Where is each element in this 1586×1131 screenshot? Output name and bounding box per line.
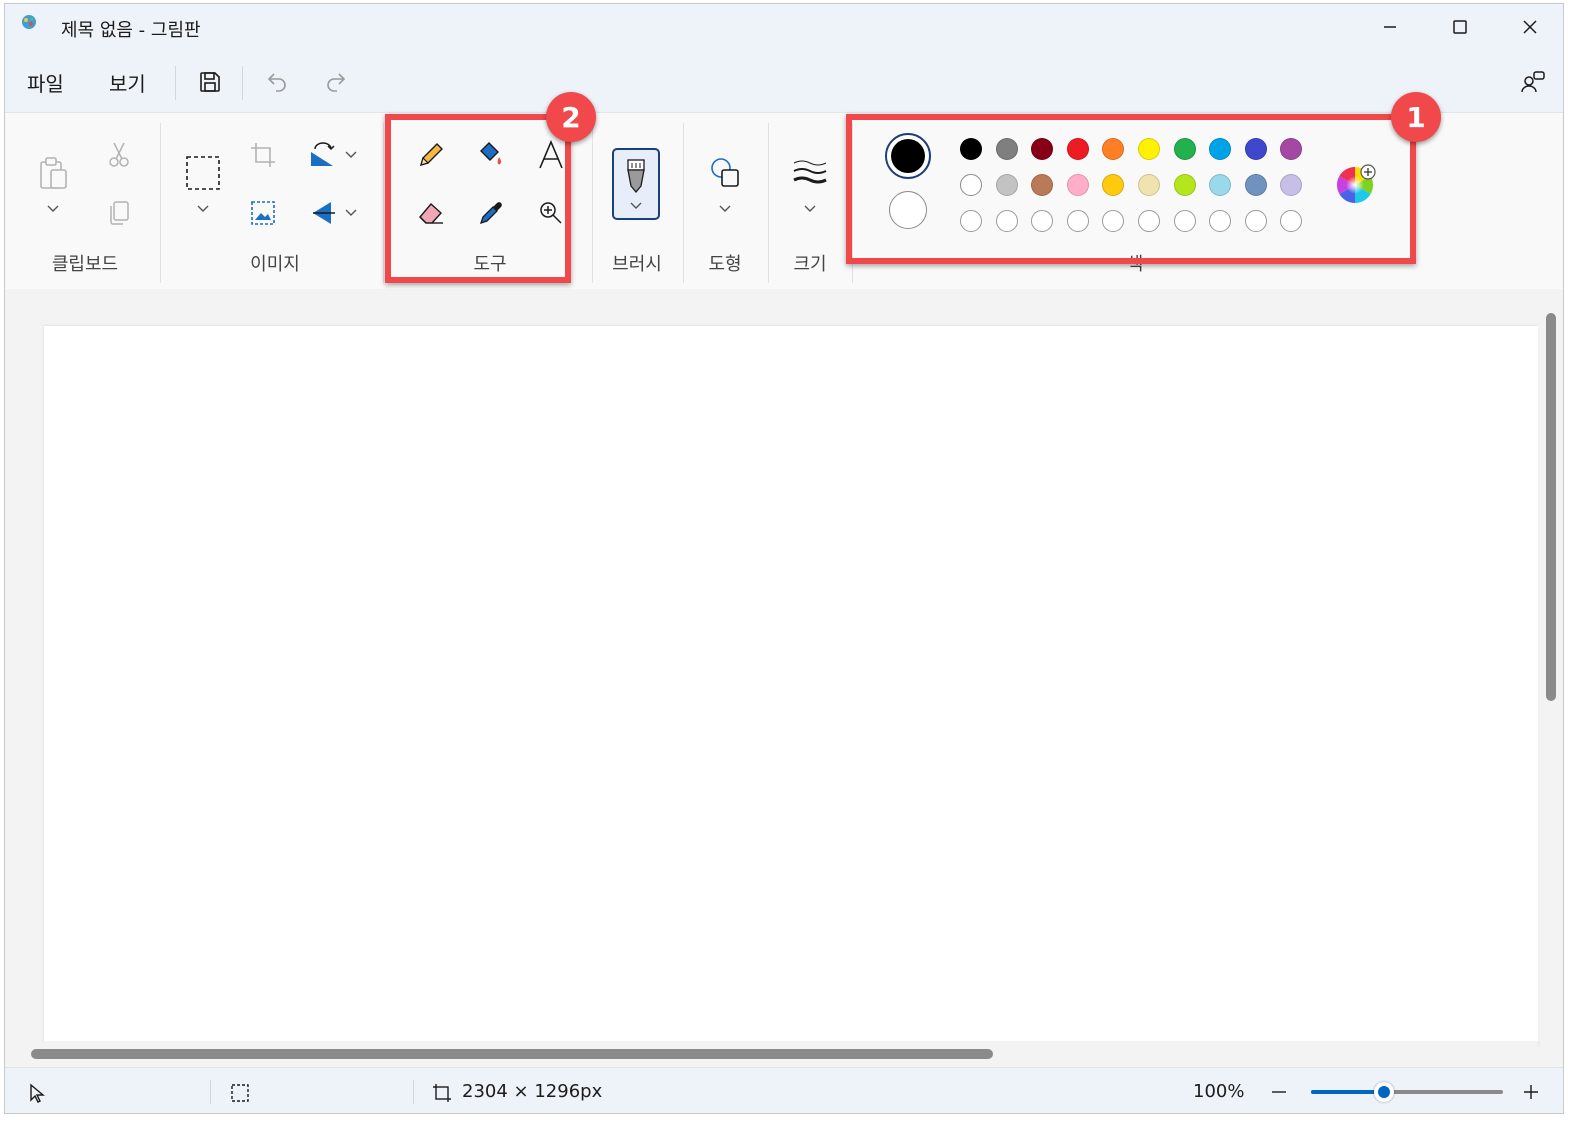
account-button[interactable] (1517, 66, 1549, 98)
window-title: 제목 없음 - 그림판 (61, 20, 201, 41)
save-button[interactable] (194, 66, 226, 98)
copy-icon (110, 201, 129, 225)
canvas-dimensions: 2304 × 1296px (462, 1081, 603, 1102)
cursor-position-icon (30, 1083, 45, 1103)
canvas-area (5, 289, 1538, 1046)
group-separator (768, 123, 769, 283)
zoom-in-button[interactable] (1519, 1080, 1543, 1104)
resize-image-icon (251, 201, 275, 225)
shapes-group-label: 도형 (708, 254, 742, 275)
save-icon (200, 72, 220, 92)
shapes-dropdown[interactable] (717, 203, 733, 215)
paste-dropdown[interactable] (45, 203, 61, 215)
rotate-icon (311, 142, 335, 166)
canvas-size-icon (433, 1084, 451, 1102)
group-separator (592, 123, 593, 283)
select-button[interactable] (181, 151, 225, 195)
paste-icon (40, 157, 67, 189)
shapes-icon (711, 158, 739, 187)
colors-callout-badge: 1 (1391, 92, 1441, 142)
vertical-scroll-thumb[interactable] (1546, 313, 1556, 701)
zoom-slider-thumb[interactable] (1373, 1082, 1394, 1102)
shapes-button[interactable] (705, 153, 745, 193)
undo-icon (267, 73, 286, 92)
redo-button[interactable] (320, 66, 352, 98)
status-separator (413, 1080, 414, 1104)
cut-button[interactable] (99, 135, 139, 175)
horizontal-scroll-thumb[interactable] (31, 1049, 993, 1059)
brush-icon (627, 159, 645, 194)
minimize-button[interactable] (1355, 4, 1425, 50)
chevron-down-icon (47, 205, 59, 212)
rotate-button[interactable] (303, 135, 343, 175)
chevron-down-icon (630, 202, 642, 209)
maximize-button[interactable] (1425, 4, 1495, 50)
group-separator (160, 123, 161, 283)
resize-button[interactable] (243, 193, 283, 233)
redo-icon (327, 73, 346, 92)
line-width-icon (793, 160, 827, 184)
colors-callout-box (846, 114, 1416, 264)
minus-icon (1272, 1091, 1286, 1093)
title-bar: 제목 없음 - 그림판 (5, 4, 1563, 52)
crop-icon (251, 143, 275, 167)
undo-button[interactable] (261, 66, 293, 98)
paste-button[interactable] (33, 151, 73, 195)
drawing-canvas[interactable] (44, 326, 1538, 1046)
group-separator (383, 123, 384, 283)
vertical-scrollbar[interactable] (1538, 289, 1563, 1041)
scissors-icon (109, 142, 129, 167)
minimize-icon (1384, 26, 1396, 28)
chevron-down-icon (345, 209, 357, 216)
close-button[interactable] (1495, 4, 1563, 50)
chevron-down-icon (197, 205, 209, 212)
size-button[interactable] (790, 153, 830, 193)
account-icon (1521, 71, 1545, 93)
flip-icon (313, 202, 335, 224)
menu-separator (175, 66, 176, 100)
chevron-down-icon (719, 205, 731, 212)
crop-button[interactable] (243, 135, 283, 175)
file-menu[interactable]: 파일 (27, 68, 64, 97)
menu-bar: 파일 보기 (5, 52, 1563, 112)
maximize-icon (1453, 20, 1467, 34)
close-icon (1523, 20, 1537, 34)
menu-separator (242, 66, 243, 100)
rectangle-select-icon (186, 156, 220, 190)
view-menu[interactable]: 보기 (109, 68, 146, 97)
paint-app-icon (22, 15, 36, 29)
chevron-down-icon (804, 205, 816, 212)
size-dropdown[interactable] (802, 203, 818, 215)
copy-button[interactable] (99, 193, 139, 233)
image-group-label: 이미지 (250, 254, 300, 275)
select-dropdown[interactable] (195, 203, 211, 215)
zoom-slider[interactable] (1311, 1082, 1503, 1102)
flip-dropdown[interactable] (343, 207, 359, 219)
tools-callout-badge: 2 (546, 92, 596, 142)
flip-button[interactable] (303, 193, 343, 233)
size-group-label: 크기 (793, 254, 827, 275)
zoom-level: 100% (1193, 1081, 1245, 1102)
status-bar: 2304 × 1296px 100% (5, 1067, 1563, 1113)
brush-group-label: 브러시 (612, 254, 662, 275)
rotate-dropdown[interactable] (343, 149, 359, 161)
horizontal-scrollbar[interactable] (5, 1041, 1538, 1067)
status-separator (210, 1080, 211, 1104)
tools-callout-box (385, 114, 571, 283)
brush-button[interactable] (612, 148, 660, 220)
group-separator (683, 123, 684, 283)
plus-icon (1524, 1085, 1538, 1099)
selection-size-icon (231, 1084, 249, 1102)
chevron-down-icon (345, 151, 357, 158)
clipboard-group-label: 클립보드 (51, 254, 119, 275)
zoom-out-button[interactable] (1267, 1080, 1291, 1104)
